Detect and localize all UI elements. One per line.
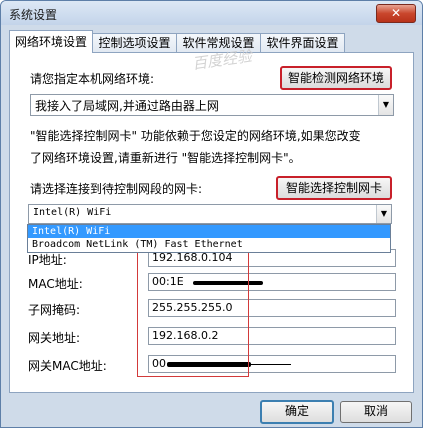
note-line-1: "智能选择控制网卡" 功能依赖于您设定的网络环境,如果您改变 xyxy=(30,129,361,143)
network-settings-panel: 百度经验 请您指定本机网络环境: 智能检测网络环境 我接入了局域网,并通过路由器… xyxy=(9,47,414,393)
gateway-mac-label: 网关MAC地址: xyxy=(28,359,107,373)
network-env-value: 我接入了局域网,并通过路由器上网 xyxy=(35,99,219,113)
window-title: 系统设置 xyxy=(9,8,58,22)
env-label: 请您指定本机网络环境: xyxy=(30,72,155,86)
nic-option[interactable]: Broadcom NetLink (TM) Fast Ethernet xyxy=(28,238,390,251)
close-button[interactable]: ✕ xyxy=(376,4,416,23)
redaction-line xyxy=(251,364,291,365)
highlight-box xyxy=(137,235,249,377)
nic-option[interactable]: Intel(R) WiFi xyxy=(28,225,390,238)
mac-label: MAC地址: xyxy=(28,277,83,291)
nic-dropdown-list: Intel(R) WiFi Broadcom NetLink (TM) Fast… xyxy=(27,224,391,253)
smart-select-nic-button[interactable]: 智能选择控制网卡 xyxy=(276,176,392,200)
nic-select[interactable]: Intel(R) WiFi ▼ xyxy=(28,204,392,224)
settings-window: 系统设置 ✕ 网络环境设置 控制选项设置 软件常规设置 软件界面设置 百度经验 … xyxy=(0,0,423,428)
chevron-down-icon[interactable]: ▼ xyxy=(376,205,391,223)
mask-label: 子网掩码: xyxy=(28,303,81,317)
nic-label: 请选择连接到待控制网段的网卡: xyxy=(30,182,203,196)
network-env-select[interactable]: 我接入了局域网,并通过路由器上网 ▼ xyxy=(30,94,394,116)
title-bar[interactable]: 系统设置 ✕ xyxy=(1,1,422,25)
gateway-label: 网关地址: xyxy=(28,331,81,345)
tab-network-settings[interactable]: 网络环境设置 xyxy=(9,30,93,53)
tab-interface-settings[interactable]: 软件界面设置 xyxy=(260,33,345,52)
detect-network-button[interactable]: 智能检测网络环境 xyxy=(280,66,392,90)
note-line-2: 了网络环境设置,请重新进行 "智能选择控制网卡"。 xyxy=(30,151,301,165)
tab-control-options[interactable]: 控制选项设置 xyxy=(92,33,177,52)
close-icon: ✕ xyxy=(390,6,402,20)
ok-button[interactable]: 确定 xyxy=(260,400,334,424)
ip-label: IP地址: xyxy=(28,253,67,267)
nic-select-value: Intel(R) WiFi xyxy=(33,207,112,218)
cancel-button[interactable]: 取消 xyxy=(340,401,412,423)
chevron-down-icon[interactable]: ▼ xyxy=(378,95,393,115)
